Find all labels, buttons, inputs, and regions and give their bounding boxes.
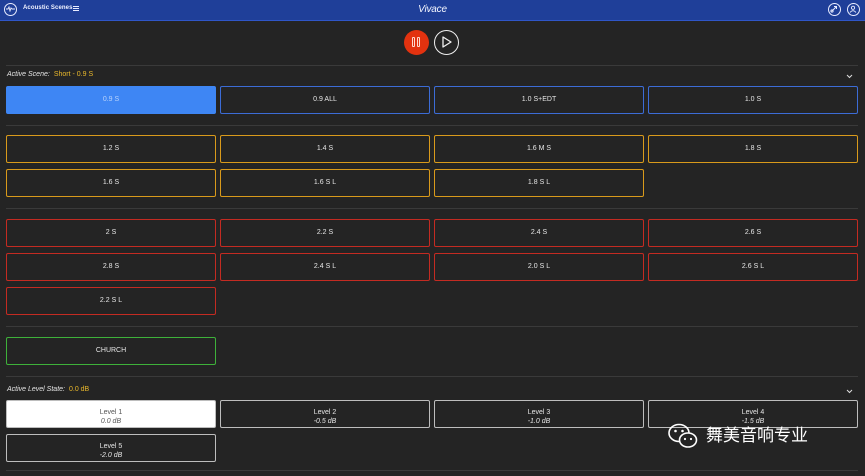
scene-button[interactable]: 1.6 M S <box>434 135 644 163</box>
level-button[interactable]: Level 2 -0.5 dB <box>220 400 430 428</box>
top-bar: Acoustic Scenes Vivace <box>0 0 865 21</box>
scene-button[interactable]: 2.6 S L <box>648 253 858 281</box>
pause-icon <box>411 37 422 48</box>
level-button[interactable]: Level 1 0.0 dB <box>6 400 216 428</box>
scene-button[interactable]: 1.8 S <box>648 135 858 163</box>
scene-button[interactable]: 2.8 S <box>6 253 216 281</box>
level-button[interactable]: Level 3 -1.0 dB <box>434 400 644 428</box>
divider <box>6 208 858 209</box>
scene-button[interactable]: 2.4 S L <box>220 253 430 281</box>
scene-button[interactable]: 2.2 S <box>220 219 430 247</box>
chevron-down-icon[interactable] <box>846 389 853 394</box>
scene-button[interactable]: 2.2 S L <box>6 287 216 315</box>
play-button[interactable] <box>434 30 459 55</box>
active-level-label: Active Level State: 0.0 dB <box>7 386 90 393</box>
scene-button[interactable]: 1.0 S <box>648 86 858 114</box>
scene-button[interactable]: 2 S <box>6 219 216 247</box>
link-icon[interactable] <box>828 3 841 16</box>
level-button[interactable]: Level 5 -2.0 dB <box>6 434 216 462</box>
divider <box>6 326 858 327</box>
active-scene-value: Short - 0.9 S <box>53 71 94 78</box>
scene-button[interactable]: 2.0 S L <box>434 253 644 281</box>
pause-button[interactable] <box>404 30 429 55</box>
scene-button[interactable]: 1.6 S L <box>220 169 430 197</box>
wechat-icon <box>668 423 698 448</box>
user-icon[interactable] <box>847 3 860 16</box>
active-level-value: 0.0 dB <box>68 386 90 393</box>
scene-button[interactable]: 1.8 S L <box>434 169 644 197</box>
scene-button[interactable]: 1.2 S <box>6 135 216 163</box>
chevron-down-icon[interactable] <box>846 74 853 79</box>
scene-button[interactable]: 1.4 S <box>220 135 430 163</box>
scene-button[interactable]: 0.9 ALL <box>220 86 430 114</box>
divider <box>6 65 858 66</box>
scene-button[interactable]: 2.4 S <box>434 219 644 247</box>
play-icon <box>442 36 452 48</box>
church-scene-button[interactable]: CHURCH <box>6 337 216 365</box>
active-scene-label: Active Scene: Short - 0.9 S <box>7 71 94 78</box>
scene-button[interactable]: 2.6 S <box>648 219 858 247</box>
brand-logo: Vivace <box>418 4 447 15</box>
scene-button[interactable]: 0.9 S <box>6 86 216 114</box>
divider <box>6 125 858 126</box>
divider <box>6 470 858 471</box>
divider <box>6 376 858 377</box>
watermark: 舞美音响专业 <box>668 421 808 451</box>
scene-button[interactable]: 1.0 S+EDT <box>434 86 644 114</box>
scene-button[interactable]: 1.6 S <box>6 169 216 197</box>
